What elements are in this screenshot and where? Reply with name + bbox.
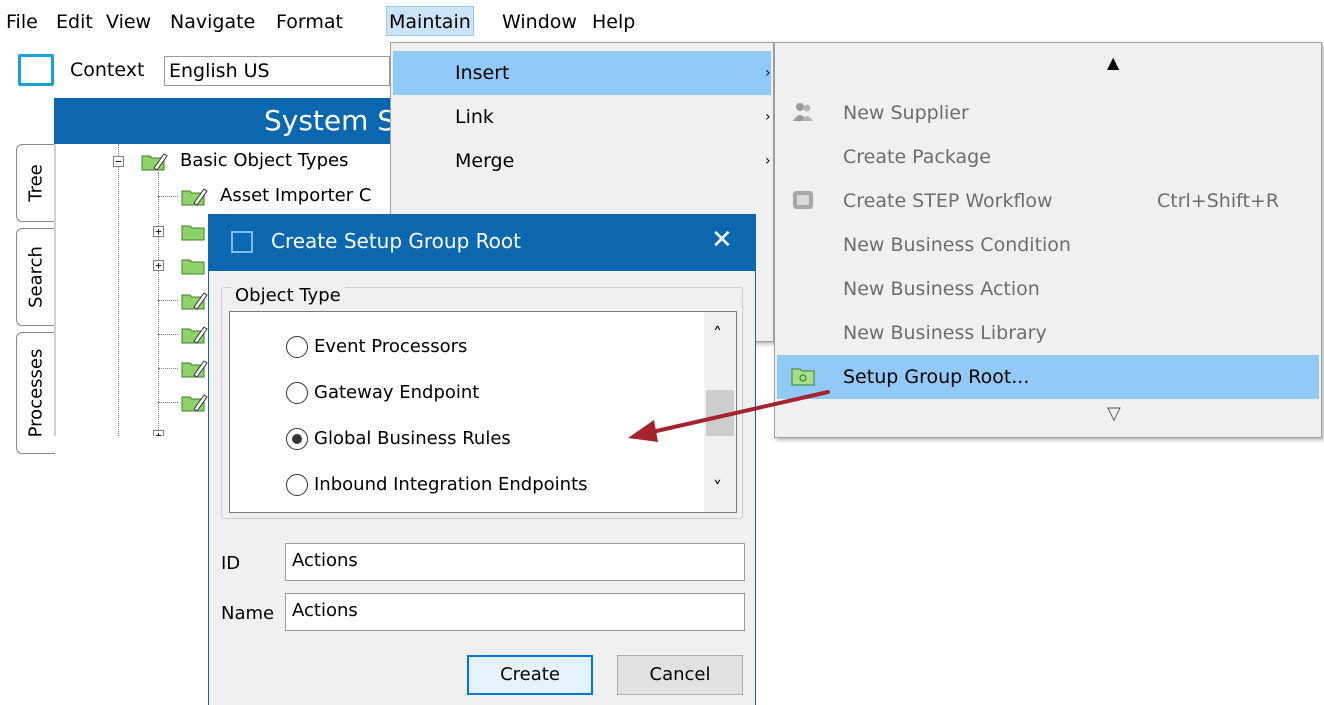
create-button[interactable]: Create	[467, 655, 593, 695]
menu-item-new-supplier[interactable]: New Supplier	[777, 91, 1319, 135]
submenu-arrow-icon: ›	[765, 109, 771, 125]
tree-line	[158, 368, 178, 369]
menu-format[interactable]: Format	[274, 8, 345, 36]
menu-item-label: Create STEP Workflow	[843, 190, 1053, 212]
dialog-title: Create Setup Group Root	[271, 229, 521, 253]
submenu-arrow-icon: ›	[765, 153, 771, 169]
annotation-arrow	[628, 390, 830, 442]
cancel-button[interactable]: Cancel	[617, 655, 743, 695]
tree-line	[158, 334, 178, 335]
menu-item-label: Setup Group Root...	[843, 366, 1030, 388]
radio-button[interactable]	[286, 474, 308, 496]
menu-file[interactable]: File	[4, 8, 40, 36]
menu-item-label: Create Package	[843, 146, 991, 168]
chevron-down-icon[interactable]: ˅	[713, 478, 722, 499]
expand-icon[interactable]: +	[153, 226, 164, 237]
menu-maintain[interactable]: Maintain	[386, 6, 474, 36]
workflow-icon	[793, 191, 813, 209]
submenu-arrow-icon: ›	[765, 65, 771, 81]
menu-window[interactable]: Window	[500, 8, 579, 36]
context-select[interactable]: English US	[164, 56, 390, 86]
menu-item-label: New Business Action	[843, 278, 1040, 300]
menu-item-merge-label: Merge	[455, 150, 515, 172]
insert-submenu: ▲ New Supplier Create Package Create STE…	[774, 42, 1322, 438]
radio-button-selected[interactable]	[286, 428, 308, 450]
name-label: Name	[221, 603, 275, 624]
menu-item-label: New Business Library	[843, 322, 1047, 344]
menu-item-create-step-workflow[interactable]: Create STEP Workflow Ctrl+Shift+R	[777, 179, 1319, 223]
tree-line	[118, 144, 119, 436]
expand-icon[interactable]: +	[153, 430, 164, 436]
menu-item-new-business-library[interactable]: New Business Library	[777, 311, 1319, 355]
folder-edit-icon	[181, 360, 208, 378]
menu-view[interactable]: View	[104, 8, 153, 36]
chevron-up-icon[interactable]: ˄	[713, 324, 722, 345]
name-field[interactable]: Actions	[285, 593, 745, 631]
system-header-title: System S	[264, 104, 396, 137]
menu-item-label: New Supplier	[843, 102, 969, 124]
context-icon	[18, 54, 54, 86]
radio-label: Global Business Rules	[314, 428, 511, 449]
folder-edit-icon	[181, 292, 208, 310]
tree-line	[158, 300, 178, 301]
dialog-title-bar: Create Setup Group Root ✕	[209, 215, 755, 271]
radio-label: Gateway Endpoint	[314, 382, 480, 403]
id-field[interactable]: Actions	[285, 543, 745, 581]
system-header: System S	[54, 98, 396, 144]
folder-edit-icon	[181, 326, 208, 344]
menu-item-link-label: Link	[455, 106, 494, 128]
radio-label: Event Processors	[314, 336, 468, 357]
context-label: Context	[70, 59, 145, 81]
app-icon	[231, 231, 253, 253]
menu-item-setup-group-root[interactable]: Setup Group Root...	[777, 355, 1319, 399]
folder-edit-icon	[141, 153, 168, 171]
menu-item-merge[interactable]: Merge ›	[393, 139, 771, 183]
menu-item-new-business-action[interactable]: New Business Action	[777, 267, 1319, 311]
close-icon[interactable]: ✕	[711, 225, 733, 255]
radio-label: Inbound Integration Endpoints	[314, 474, 588, 495]
menu-item-insert-label: Insert	[455, 62, 510, 84]
id-label: ID	[221, 553, 241, 574]
menu-item-link[interactable]: Link ›	[393, 95, 771, 139]
tree-root-label[interactable]: Basic Object Types	[180, 150, 348, 171]
menu-item-create-package[interactable]: Create Package	[777, 135, 1319, 179]
folder-edit-icon	[181, 394, 208, 412]
menu-bar: File Edit View Navigate Format Maintain …	[0, 0, 1324, 40]
collapse-icon[interactable]: −	[113, 156, 124, 167]
scroll-up-icon[interactable]: ▲	[1107, 53, 1119, 72]
scroll-down-icon[interactable]: ▽	[1107, 403, 1121, 424]
folder-edit-icon	[181, 259, 205, 275]
tree-line	[158, 402, 178, 403]
menu-item-shortcut: Ctrl+Shift+R	[1157, 190, 1280, 212]
menu-navigate[interactable]: Navigate	[168, 8, 257, 36]
radio-button[interactable]	[286, 382, 308, 404]
menu-edit[interactable]: Edit	[54, 8, 95, 36]
folder-edit-icon	[181, 188, 208, 206]
menu-item-label: New Business Condition	[843, 234, 1071, 256]
menu-help[interactable]: Help	[590, 8, 637, 36]
menu-item-insert[interactable]: Insert ›	[393, 51, 771, 95]
people-icon	[793, 103, 813, 121]
folder-edit-icon	[181, 225, 205, 241]
tree-line	[158, 172, 159, 436]
tree-line	[158, 196, 178, 197]
radio-button[interactable]	[286, 336, 308, 358]
tree-child-label[interactable]: Asset Importer C	[220, 185, 371, 206]
object-type-legend: Object Type	[231, 285, 345, 306]
menu-item-new-business-condition[interactable]: New Business Condition	[777, 223, 1319, 267]
expand-icon[interactable]: +	[153, 260, 164, 271]
